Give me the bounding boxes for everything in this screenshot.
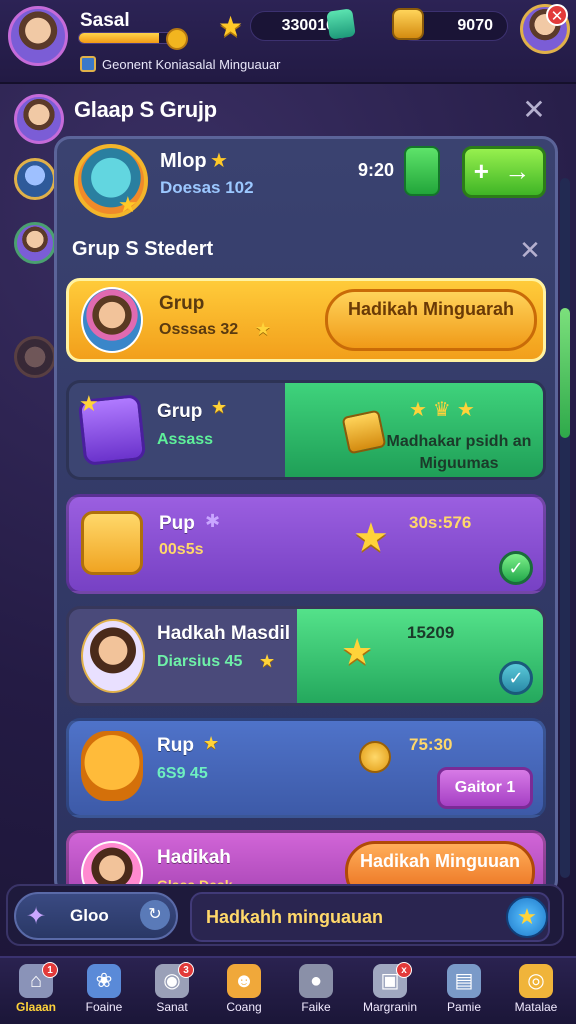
player-avatar[interactable] <box>8 6 68 66</box>
card-subtitle: Assass <box>157 431 214 448</box>
message-text: Hadkahh minguauan <box>206 907 384 927</box>
star-badge-icon: ★ <box>79 391 99 416</box>
nav-label: Foaine <box>85 1000 123 1014</box>
nav-label: Sanat <box>156 1000 188 1014</box>
star-icon: ★ <box>218 11 244 42</box>
card-value: 75:30 <box>409 735 453 754</box>
send-button[interactable]: ★ <box>506 896 548 938</box>
nav-item-margranin[interactable]: ▣ Margranin x <box>354 962 426 1022</box>
card-value: 15209 <box>407 623 455 642</box>
channel-label: Gloo <box>70 906 109 925</box>
nav-item-matalae[interactable]: ◎ Matalae <box>500 962 572 1022</box>
xp-coin-icon <box>166 28 188 50</box>
scroll-thumb[interactable] <box>560 308 570 438</box>
gift-icon: ❀ <box>87 964 121 998</box>
check-icon[interactable]: ✓ <box>499 551 533 585</box>
card-value: 30s:576 <box>409 513 472 532</box>
scrollbar[interactable] <box>560 178 570 878</box>
member-avatar <box>81 287 143 353</box>
winged-star-icon: ★ <box>341 631 374 672</box>
nav-item-glaaan[interactable]: ⌂ Glaaan 1 <box>0 962 72 1022</box>
side-avatar-2[interactable] <box>14 158 56 200</box>
card-action-button[interactable]: Gaitor 1 <box>437 767 533 809</box>
nav-label: Glaaan <box>15 1000 57 1014</box>
nav-item-foaine[interactable]: ❀ Foaine <box>68 962 140 1022</box>
nav-label: Margranin <box>362 1000 418 1014</box>
nav-label: Faike <box>301 1000 331 1014</box>
side-avatar-3[interactable] <box>14 222 56 264</box>
puzzle-icon: ✱ <box>205 511 221 531</box>
chest-icon <box>392 8 424 40</box>
card-subtitle: 6S9 45 <box>157 765 208 782</box>
reward-text: Madhakar psidh an Miguumas <box>386 433 532 472</box>
card-action-button[interactable]: Hadikah Minguarah <box>325 289 537 351</box>
card-subtitle: Osssas 32 <box>159 321 239 338</box>
card-subtitle: Diarsius 45 <box>157 653 243 670</box>
card-name: Rup <box>157 735 194 756</box>
nav-item-sanat[interactable]: ◉ Sanat 3 <box>136 962 208 1022</box>
group-card[interactable]: Rup ★ 6S9 45 75:30 Gaitor 1 <box>66 718 546 818</box>
xp-fill <box>79 33 160 43</box>
group-card[interactable]: Pup ✱ 00s5s ★ 30s:576 ✓ <box>66 494 546 594</box>
star-icon: ★ <box>210 150 228 172</box>
coins-value: 9070 <box>457 17 493 34</box>
player-name: Sasal <box>80 10 130 31</box>
section-title: Grup S Stedert <box>72 238 214 260</box>
close-icon[interactable]: ✕ <box>516 92 552 128</box>
rock-icon: ● <box>299 964 333 998</box>
creature-icon <box>81 731 143 801</box>
leader-timer: 9:20 <box>358 160 395 180</box>
nav-item-faike[interactable]: ● Faike <box>280 962 352 1022</box>
nav-badge: 3 <box>178 962 194 978</box>
card-name: Grup <box>159 293 205 314</box>
group-title: Glaap S Grujp <box>74 97 217 122</box>
card-name: Hadikah <box>157 847 231 868</box>
join-button[interactable]: + → <box>462 146 546 198</box>
card-subtitle: 00s5s <box>159 541 204 558</box>
star-icon: ★ <box>255 319 272 339</box>
nav-item-pamie[interactable]: ▤ Pamie <box>428 962 500 1022</box>
box-icon: ▤ <box>447 964 481 998</box>
leader-subtitle: Doesas 102 <box>160 178 254 197</box>
group-card[interactable]: Grup Osssas 32 ★ Hadikah Minguarah <box>66 278 546 362</box>
nav-label: Matalae <box>514 1000 558 1014</box>
xp-bar <box>78 32 178 44</box>
shooting-star-icon: ★ <box>353 516 389 560</box>
nav-label: Coang <box>226 1000 262 1014</box>
gem-icon <box>326 8 356 40</box>
side-avatar-4[interactable] <box>14 336 56 378</box>
nav-label: Pamie <box>446 1000 481 1014</box>
group-card[interactable]: ★ Grup ★ Assass ★♛★ Madhakar psidh an Mi… <box>66 380 546 480</box>
nav-badge: x <box>396 962 412 978</box>
crown-stars-icon: ★♛★ <box>409 399 481 421</box>
status-indicator <box>404 146 440 196</box>
coin-icon <box>359 741 391 773</box>
star-icon: ★ <box>203 733 220 753</box>
star-icon: ★ <box>259 651 276 671</box>
close-section-icon[interactable]: ✕ <box>512 232 548 268</box>
card-name: Pup <box>159 513 195 534</box>
star-badge-icon: ★ <box>118 192 138 217</box>
star-creature-icon <box>81 511 143 575</box>
close-notification-icon[interactable]: ✕ <box>546 4 568 26</box>
coins-icon: ◎ <box>519 964 553 998</box>
card-name: Grup <box>157 401 203 422</box>
leader-name: Mlop <box>160 150 207 172</box>
magic-wand-icon: ✦ <box>26 903 47 930</box>
star-icon: ★ <box>211 397 228 417</box>
face-icon: ☻ <box>227 964 261 998</box>
nav-item-coang[interactable]: ☻ Coang <box>208 962 280 1022</box>
group-card[interactable]: Hadkah Masdil Diarsius 45 ★ ★ 15209 ✓ <box>66 606 546 706</box>
refresh-icon[interactable]: ↻ <box>140 900 170 930</box>
check-icon[interactable]: ✓ <box>499 661 533 695</box>
card-name: Hadkah Masdil <box>157 623 291 644</box>
nav-badge: 1 <box>42 962 58 978</box>
member-avatar <box>81 619 145 693</box>
book-icon <box>80 56 96 72</box>
player-motto: Geonent Koniasalal Minguauar <box>102 57 281 72</box>
side-avatar-1[interactable] <box>14 94 64 144</box>
